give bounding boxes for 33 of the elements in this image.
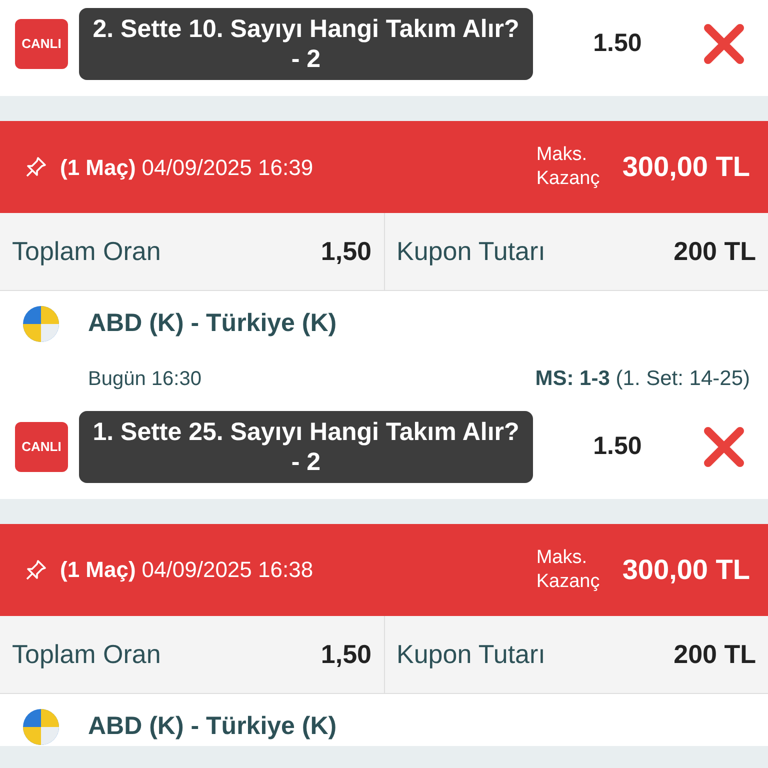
volleyball-icon <box>22 708 60 746</box>
volleyball-icon <box>22 305 60 343</box>
max-win-label: Maks. Kazanç <box>536 546 601 594</box>
pin-icon <box>24 558 48 582</box>
bet-odds: 1.50 <box>592 28 643 60</box>
stat-label: Toplam Oran <box>12 638 161 670</box>
live-badge: CANLI <box>15 422 68 472</box>
bet-odds: 1.50 <box>592 430 643 462</box>
coupon-datetime: 04/09/2025 16:38 <box>142 556 314 584</box>
max-win-label: Maks. Kazanç <box>536 143 601 191</box>
match-count: (1 Maç) <box>60 556 136 584</box>
max-win-value: 300,00 TL <box>622 552 750 586</box>
bet-selection: 1. Sette 25. Sayıyı Hangi Takım Alır? - 2 <box>79 410 533 482</box>
live-badge: CANLI <box>15 19 68 69</box>
stat-value: 1,50 <box>320 235 372 268</box>
stat-label: Kupon Tutarı <box>396 638 546 670</box>
stat-value: 1,50 <box>320 638 372 670</box>
match-score: MS: 1-3 <box>535 367 610 390</box>
match-time: Bugün 16:30 <box>88 366 202 392</box>
stat-label: Kupon Tutarı <box>396 235 546 268</box>
close-icon[interactable] <box>702 424 746 468</box>
match-count: (1 Maç) <box>60 154 136 182</box>
close-icon[interactable] <box>702 22 746 66</box>
stat-value: 200 TL <box>674 235 756 268</box>
pin-icon <box>24 155 48 179</box>
match-teams: ABD (K) - Türkiye (K) <box>88 308 337 340</box>
stat-label: Toplam Oran <box>12 235 161 268</box>
stat-value: 200 TL <box>674 638 756 670</box>
coupon-datetime: 04/09/2025 16:39 <box>142 154 314 182</box>
set-score: (1. Set: 14-25) <box>616 367 750 390</box>
max-win-value: 300,00 TL <box>622 150 750 184</box>
match-teams: ABD (K) - Türkiye (K) <box>88 710 337 742</box>
bet-selection: 2. Sette 10. Sayıyı Hangi Takım Alır? - 2 <box>79 8 533 80</box>
